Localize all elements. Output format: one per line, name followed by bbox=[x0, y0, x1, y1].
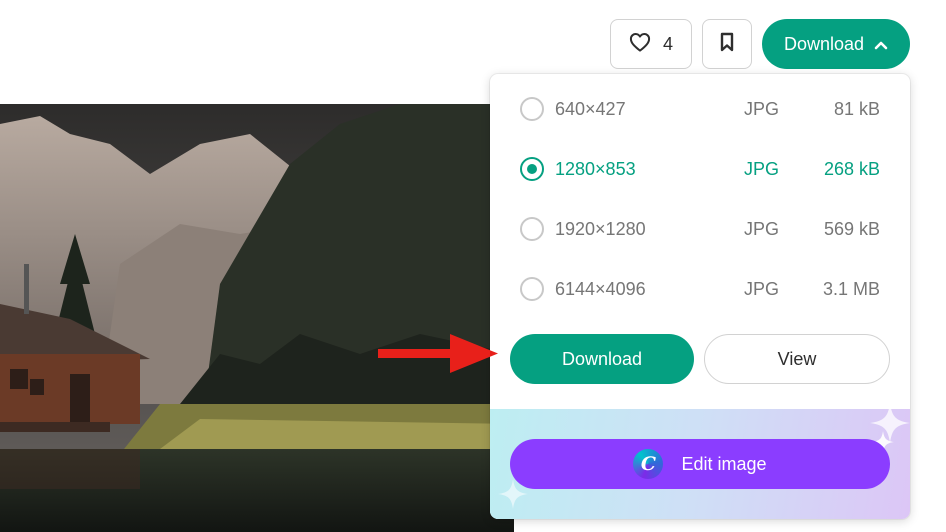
canva-promo-area: C Edit image bbox=[490, 403, 910, 519]
edit-image-label: Edit image bbox=[681, 453, 767, 474]
download-button[interactable]: Download bbox=[510, 334, 694, 384]
radio-button[interactable] bbox=[520, 97, 544, 121]
photo-preview bbox=[0, 104, 514, 532]
download-options-panel: 640×427 JPG 81 kB 1280×853 JPG 268 kB 19… bbox=[490, 74, 910, 519]
heart-icon bbox=[629, 32, 651, 57]
size-option-1920[interactable]: 1920×1280 JPG 569 kB bbox=[490, 199, 910, 259]
size-filesize: 3.1 MB bbox=[822, 278, 880, 299]
red-arrow-annotation bbox=[378, 332, 500, 381]
bookmark-button[interactable] bbox=[702, 19, 752, 69]
size-dimensions: 640×427 bbox=[555, 98, 626, 119]
size-option-6144[interactable]: 6144×4096 JPG 3.1 MB bbox=[490, 259, 910, 319]
size-option-1280[interactable]: 1280×853 JPG 268 kB bbox=[490, 139, 910, 199]
size-format: JPG bbox=[744, 218, 780, 239]
size-dimensions: 6144×4096 bbox=[555, 278, 646, 299]
size-filesize: 81 kB bbox=[833, 98, 880, 119]
like-button[interactable]: 4 bbox=[610, 19, 692, 69]
size-format: JPG bbox=[744, 278, 780, 299]
canva-logo-icon: C bbox=[633, 449, 664, 479]
size-filesize: 268 kB bbox=[823, 158, 880, 179]
like-count: 4 bbox=[662, 33, 673, 54]
view-button[interactable]: View bbox=[704, 334, 890, 384]
bookmark-icon bbox=[719, 32, 735, 57]
radio-button[interactable] bbox=[520, 217, 544, 241]
size-option-640[interactable]: 640×427 JPG 81 kB bbox=[490, 79, 910, 139]
download-dropdown-button[interactable]: Download bbox=[762, 19, 910, 69]
size-format: JPG bbox=[744, 158, 780, 179]
size-dimensions: 1280×853 bbox=[555, 158, 636, 179]
size-format: JPG bbox=[744, 98, 780, 119]
chevron-up-icon bbox=[874, 34, 888, 55]
size-filesize: 569 kB bbox=[823, 218, 880, 239]
radio-button-selected[interactable] bbox=[520, 157, 544, 181]
download-dropdown-label: Download bbox=[783, 33, 865, 54]
radio-button[interactable] bbox=[520, 277, 544, 301]
size-dimensions: 1920×1280 bbox=[555, 218, 646, 239]
edit-image-button[interactable]: C Edit image bbox=[510, 439, 890, 489]
